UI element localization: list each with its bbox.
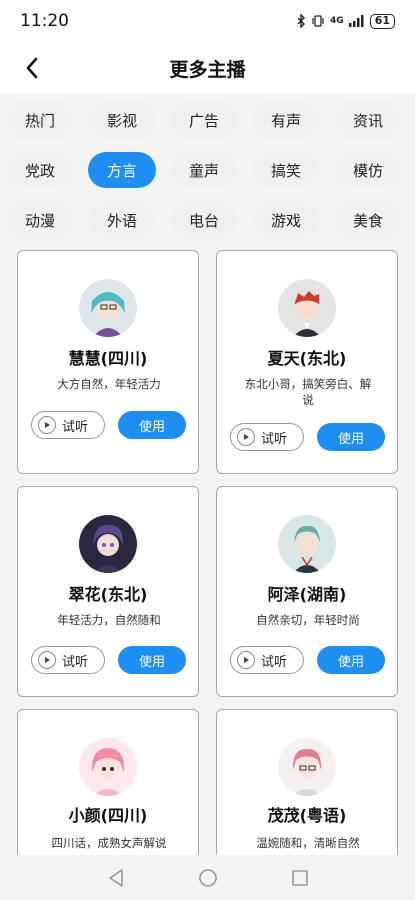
category-chip[interactable]: 电台 — [170, 202, 238, 238]
category-chip[interactable]: 动漫 — [6, 202, 74, 238]
use-button[interactable]: 使用 — [118, 646, 186, 674]
anchor-description: 四川话，成熟女声解说 — [51, 836, 167, 850]
category-chip-active[interactable]: 方言 — [88, 152, 156, 188]
anchor-card[interactable]: 翠花(东北) 年轻活力，自然随和 试听 使用 — [17, 486, 199, 697]
anchor-card[interactable]: 小颜(四川) 四川话，成熟女声解说 — [17, 709, 199, 855]
vibrate-icon — [312, 15, 324, 27]
avatar — [278, 279, 336, 337]
preview-label: 试听 — [261, 431, 288, 447]
back-button[interactable] — [18, 54, 46, 82]
anchor-name: 阿泽(湖南) — [267, 585, 347, 604]
status-icons: 4G 61 — [296, 13, 395, 29]
use-button[interactable]: 使用 — [317, 646, 385, 674]
category-chip[interactable]: 热门 — [6, 102, 74, 138]
square-recents-icon — [291, 869, 308, 886]
preview-label: 试听 — [261, 654, 288, 670]
avatar — [278, 515, 336, 573]
anchor-description: 温婉随和，清晰自然 — [256, 836, 360, 850]
category-chip[interactable]: 影视 — [88, 102, 156, 138]
category-chip[interactable]: 童声 — [170, 152, 238, 188]
anchor-description: 年轻活力，自然随和 — [57, 613, 161, 627]
preview-button[interactable]: 试听 — [31, 411, 105, 439]
category-grid: 热门 影视 广告 有声 资讯 党政 方言 童声 搞笑 模仿 动漫 外语 电台 游… — [0, 94, 415, 240]
anchor-name: 慧慧(四川) — [68, 349, 148, 368]
play-icon — [237, 428, 255, 446]
category-chip[interactable]: 有声 — [252, 102, 320, 138]
category-chip[interactable]: 游戏 — [252, 202, 320, 238]
anchor-card[interactable]: 慧慧(四川) 大方自然，年轻活力 试听 使用 — [17, 250, 199, 474]
circle-home-icon — [198, 868, 217, 887]
network-label: 4G — [330, 16, 344, 26]
avatar — [79, 515, 137, 573]
avatar — [278, 738, 336, 796]
anchor-name: 茂茂(粤语) — [267, 806, 347, 825]
use-button[interactable]: 使用 — [317, 423, 385, 451]
category-chip[interactable]: 广告 — [170, 102, 238, 138]
category-chip[interactable]: 美食 — [334, 202, 402, 238]
page-header: 更多主播 — [0, 42, 415, 94]
anchor-card[interactable]: 阿泽(湖南) 自然亲切，年轻时尚 试听 使用 — [216, 486, 398, 697]
nav-back-button[interactable] — [104, 866, 128, 890]
system-nav-bar — [0, 855, 415, 900]
preview-button[interactable]: 试听 — [31, 646, 105, 674]
signal-icon — [348, 15, 364, 27]
nav-home-button[interactable] — [196, 866, 220, 890]
anchor-card[interactable]: 夏天(东北) 东北小哥，搞笑旁白、解说 试听 使用 — [216, 250, 398, 474]
anchor-description: 大方自然，年轻活力 — [57, 377, 161, 391]
nav-recents-button[interactable] — [288, 866, 312, 890]
play-icon — [38, 651, 56, 669]
preview-button[interactable]: 试听 — [230, 646, 304, 674]
page-title: 更多主播 — [169, 58, 246, 81]
bluetooth-icon — [297, 14, 306, 28]
anchor-description: 东北小哥，搞笑旁白、解说 — [244, 377, 372, 407]
anchor-name: 翠花(东北) — [68, 585, 148, 604]
use-button[interactable]: 使用 — [118, 411, 186, 439]
category-chip[interactable]: 模仿 — [334, 152, 402, 188]
chevron-left-icon — [26, 57, 38, 79]
category-chip[interactable]: 资讯 — [334, 102, 402, 138]
avatar — [79, 738, 137, 796]
anchor-name: 夏天(东北) — [267, 349, 347, 368]
preview-label: 试听 — [62, 419, 89, 435]
play-icon — [38, 416, 56, 434]
preview-button[interactable]: 试听 — [230, 423, 304, 451]
play-icon — [237, 651, 255, 669]
triangle-back-icon — [108, 868, 123, 887]
avatar — [79, 279, 137, 337]
battery-indicator: 61 — [369, 13, 395, 29]
status-time: 11:20 — [20, 11, 69, 31]
anchor-description: 自然亲切，年轻时尚 — [256, 613, 360, 627]
category-chip[interactable]: 党政 — [6, 152, 74, 188]
category-chip[interactable]: 外语 — [88, 202, 156, 238]
anchor-card[interactable]: 茂茂(粤语) 温婉随和，清晰自然 — [216, 709, 398, 855]
anchor-card-list: 慧慧(四川) 大方自然，年轻活力 试听 使用 夏天(东北) 东北小哥，搞笑旁白、… — [0, 240, 415, 855]
category-chip[interactable]: 搞笑 — [252, 152, 320, 188]
status-bar: 11:20 4G 61 — [0, 0, 415, 42]
anchor-name: 小颜(四川) — [68, 806, 148, 825]
preview-label: 试听 — [62, 654, 89, 670]
